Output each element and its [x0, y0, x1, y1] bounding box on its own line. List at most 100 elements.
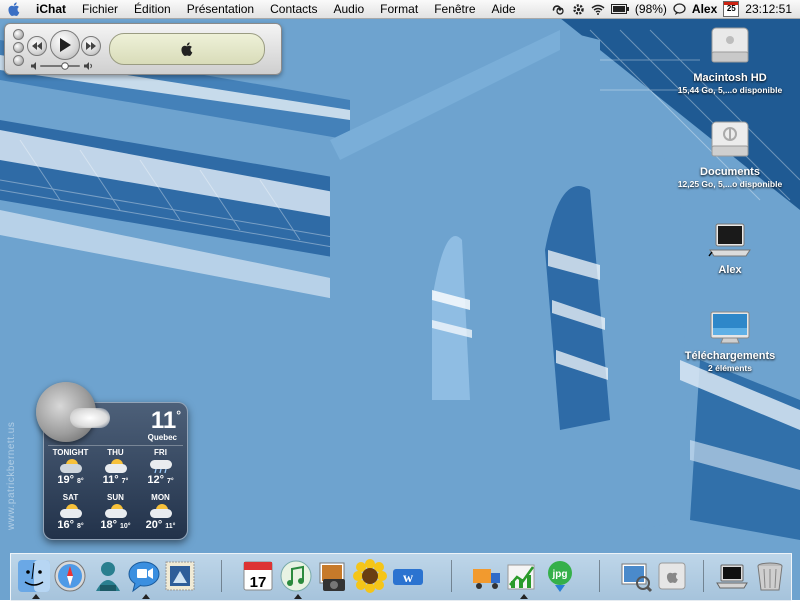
sync-icon[interactable]	[550, 3, 566, 15]
trash-icon	[757, 562, 783, 591]
dock-ichat[interactable]	[127, 559, 161, 599]
dock-iphoto[interactable]	[315, 559, 349, 593]
stamp-icon	[165, 561, 195, 591]
forecast-day: MON 20° 11°	[138, 491, 183, 536]
menu-presentation[interactable]: Présentation	[179, 0, 262, 18]
user-menu[interactable]: Alex	[692, 2, 717, 16]
laptop-icon	[716, 564, 748, 589]
laptop-icon	[708, 223, 751, 257]
dock-itunes[interactable]	[279, 559, 313, 599]
zoom-button[interactable]	[13, 55, 24, 66]
battery-percent: (98%)	[634, 2, 667, 16]
desktop-icon-macintosh-hd[interactable]: Macintosh HD 15,44 Go, 5,...o disponible	[660, 24, 800, 96]
dock-macbook[interactable]	[715, 559, 749, 593]
dock-trash[interactable]	[753, 559, 787, 593]
forecast-day: TONIGHT 19° 8°	[48, 446, 93, 491]
close-button[interactable]	[13, 29, 24, 40]
itunes-mini-player	[4, 23, 282, 75]
forecast-day: SUN 18° 10°	[93, 491, 138, 536]
dock-separator	[451, 560, 452, 592]
dock-ichat-buddy[interactable]	[91, 559, 125, 593]
dock-chart[interactable]	[505, 559, 539, 599]
dock-delivery[interactable]	[469, 559, 503, 593]
ichat-status-icon[interactable]	[673, 3, 686, 15]
calendar-day: 25	[726, 4, 736, 13]
rain-icon	[148, 459, 174, 474]
volume-slider[interactable]	[31, 62, 93, 70]
desktop-icon-alex[interactable]: Alex	[660, 222, 800, 277]
current-temperature: 11°	[151, 407, 181, 435]
itunes-lcd-display[interactable]	[109, 33, 265, 65]
forecast-low: 7°	[166, 478, 174, 485]
dock-separator	[703, 560, 704, 592]
forecast-low: 8°	[76, 478, 84, 485]
partly-cloudy-icon	[58, 459, 84, 473]
menu-edition[interactable]: Édition	[126, 0, 179, 18]
forecast-day: FRI 12° 7°	[138, 446, 183, 491]
menu-audio[interactable]: Audio	[325, 0, 372, 18]
forecast-day: THU 11° 7°	[93, 446, 138, 491]
forecast-day-label: MON	[151, 493, 170, 502]
battery-icon[interactable]	[610, 4, 629, 14]
forecast-day-label: TONIGHT	[52, 448, 89, 457]
play-button[interactable]	[50, 30, 80, 60]
preview-icon	[621, 563, 653, 593]
play-icon	[60, 38, 71, 52]
moon-icon	[36, 382, 110, 442]
dock-safari[interactable]	[53, 559, 87, 593]
desktop-icon-sublabel: 12,25 Go, 5,...o disponible	[677, 179, 783, 189]
watermark: www.patrickbernett.us	[6, 390, 26, 550]
calendar-icon[interactable]: 25	[723, 1, 740, 17]
menu-app-name[interactable]: iChat	[28, 0, 74, 18]
dock-mail[interactable]	[163, 559, 197, 593]
dock-system[interactable]	[655, 559, 689, 593]
forecast-low: 7°	[121, 478, 129, 485]
desktop-icon-sublabel: 15,44 Go, 5,...o disponible	[677, 85, 783, 95]
word-icon: w	[393, 569, 423, 586]
minimize-button[interactable]	[13, 42, 24, 53]
forecast-day-label: FRI	[154, 448, 167, 457]
photo-icon	[319, 562, 345, 591]
fast-forward-icon	[86, 42, 96, 50]
desktop-icon-telechargements[interactable]: Téléchargements 2 éléments	[660, 310, 800, 374]
dock-jpg-label: jpg	[552, 569, 568, 580]
menu-fichier[interactable]: Fichier	[74, 0, 126, 18]
partly-cloudy-icon	[58, 504, 84, 518]
forecast-temps: 11° 7°	[93, 474, 138, 486]
dock-word[interactable]: w	[391, 559, 425, 593]
partly-cloudy-icon	[148, 504, 174, 518]
svg-text:w: w	[403, 571, 414, 586]
dock-finder[interactable]	[17, 559, 51, 599]
menu-aide[interactable]: Aide	[484, 0, 524, 18]
dock-ical[interactable]: 17	[241, 559, 275, 593]
wifi-icon[interactable]	[591, 4, 605, 15]
dock-jpg-converter[interactable]: jpg	[543, 559, 577, 593]
partly-cloudy-icon	[103, 459, 129, 473]
folder-icon	[710, 311, 750, 344]
itunes-note-icon	[280, 560, 312, 592]
desktop-icon-documents[interactable]: Documents 12,25 Go, 5,...o disponible	[660, 118, 800, 190]
desktop-icon-label: Alex	[718, 264, 742, 276]
gear-icon[interactable]	[572, 3, 585, 16]
next-track-button[interactable]	[81, 36, 101, 56]
sunflower-icon	[353, 559, 387, 593]
previous-track-button[interactable]	[27, 36, 47, 56]
forecast-high: 20°	[145, 519, 163, 531]
buddy-icon	[96, 562, 120, 591]
menu-fenetre[interactable]: Fenêtre	[426, 0, 483, 18]
menu-format[interactable]: Format	[372, 0, 426, 18]
apple-menu-icon[interactable]	[0, 2, 28, 16]
watermark-text: www.patrickbernett.us	[6, 421, 17, 530]
menu-contacts[interactable]: Contacts	[262, 0, 325, 18]
dock-preview[interactable]	[619, 559, 653, 593]
forecast-temps: 18° 10°	[93, 519, 138, 531]
dock-sunflower[interactable]	[353, 559, 387, 593]
forecast-day: SAT 16° 8°	[48, 491, 93, 536]
ichat-icon	[128, 561, 160, 593]
forecast-temps: 16° 8°	[48, 519, 93, 531]
menubar-clock[interactable]: 23:12:51	[745, 2, 792, 16]
partly-cloudy-icon	[103, 504, 129, 518]
hard-drive-icon	[711, 27, 749, 63]
forecast-grid: TONIGHT 19° 8° THU 11° 7° FRI 12° 7° SAT 16…	[48, 445, 183, 536]
temperature-degree: °	[176, 408, 181, 422]
